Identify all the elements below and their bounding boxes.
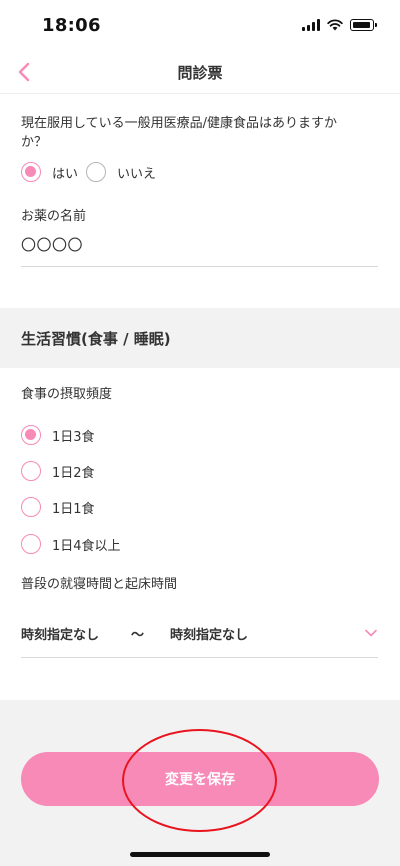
medicine-name-underline	[21, 266, 378, 267]
home-indicator	[130, 852, 270, 857]
wifi-icon	[327, 19, 343, 31]
radio-no[interactable]	[86, 162, 106, 182]
meal-option-4plus[interactable]: 1日4食以上	[21, 534, 121, 554]
otc-option-yes[interactable]: はい	[21, 162, 78, 182]
page-title: 問診票	[177, 64, 223, 82]
otc-question-text-cont: か？	[21, 135, 48, 150]
meal-option-2-label: 1日2食	[52, 465, 95, 481]
otc-option-no[interactable]: いいえ	[86, 162, 156, 182]
medicine-name-label: お薬の名前	[21, 209, 87, 224]
save-button[interactable]: 変更を保存	[21, 752, 379, 806]
meal-option-4plus-label: 1日4食以上	[52, 538, 121, 554]
radio-yes[interactable]	[21, 162, 41, 182]
lifestyle-section-title: 生活習慣(食事 / 睡眠)	[21, 330, 171, 348]
meal-option-1[interactable]: 1日1食	[21, 497, 95, 517]
nav-bar: 問診票	[0, 50, 400, 94]
footer: 変更を保存	[0, 700, 400, 866]
meal-frequency-label: 食事の摂取頻度	[21, 387, 113, 402]
otc-question-text: 現在服用している一般用医療品/健康食品はありますか	[21, 116, 337, 131]
radio-meal-2[interactable]	[21, 461, 41, 481]
meal-option-3[interactable]: 1日3食	[21, 425, 95, 445]
wake-time-select[interactable]: 時刻指定なし	[170, 624, 248, 643]
questionnaire-content: 現在服用している一般用医療品/健康食品はありますか か？ はい いいえ お薬の名…	[0, 94, 400, 700]
medicine-name-input[interactable]: 〇〇〇〇	[21, 236, 83, 255]
meal-option-1-label: 1日1食	[52, 501, 95, 517]
otc-option-yes-label: はい	[52, 166, 79, 182]
questionnaire-screen: 18:06 問診票 現在服用している一般用医療品/健康食品はありますか か？ は…	[0, 0, 400, 866]
sleep-time-underline	[21, 657, 378, 658]
status-bar: 18:06	[0, 0, 400, 50]
time-range-separator: 〜	[131, 628, 145, 643]
status-time: 18:06	[42, 15, 101, 36]
status-icons	[302, 18, 377, 32]
battery-icon	[350, 19, 377, 31]
bedtime-select[interactable]: 時刻指定なし	[21, 624, 99, 643]
sleep-time-label: 普段の就寝時間と起床時間	[21, 577, 178, 592]
lifestyle-section-header: 生活習慣(食事 / 睡眠)	[0, 308, 400, 368]
chevron-down-icon[interactable]	[364, 628, 378, 638]
meal-option-2[interactable]: 1日2食	[21, 461, 95, 481]
radio-meal-4plus[interactable]	[21, 534, 41, 554]
radio-meal-1[interactable]	[21, 497, 41, 517]
radio-meal-3[interactable]	[21, 425, 41, 445]
cellular-signal-icon	[302, 19, 320, 31]
otc-option-no-label: いいえ	[117, 166, 157, 182]
meal-option-3-label: 1日3食	[52, 429, 95, 445]
